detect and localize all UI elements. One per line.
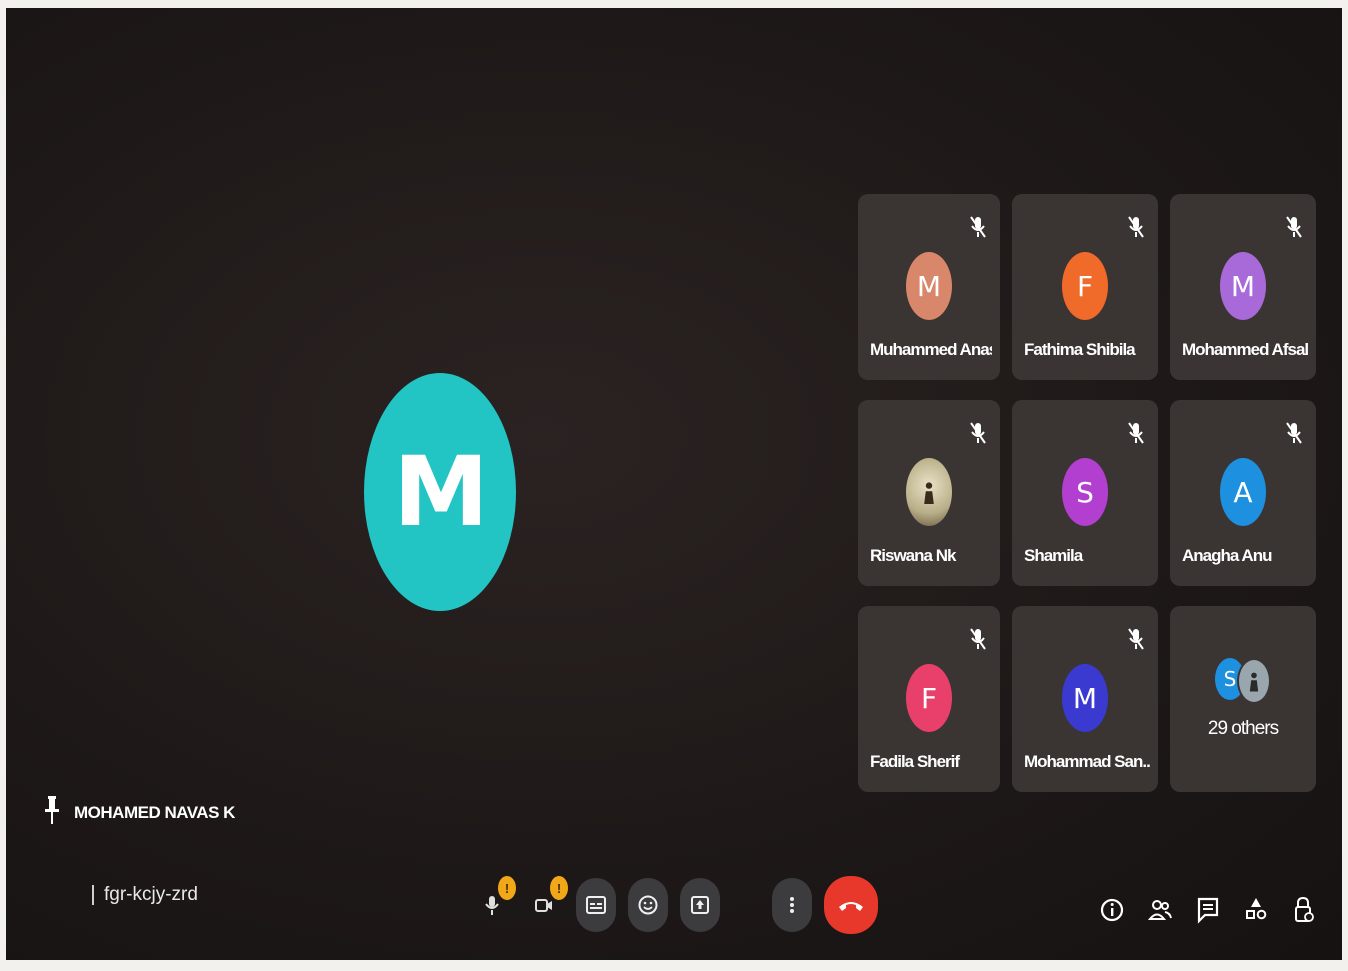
participant-photo-avatar [906,458,952,526]
participant-grid: M Muhammed Anas F Fathima Shibila M Moha… [858,194,1316,792]
pinned-participant-label: MOHAMED NAVAS K [44,796,235,829]
mic-off-icon [1128,422,1144,444]
more-options-button[interactable] [772,878,812,932]
side-panel-buttons [1098,892,1318,928]
captions-button[interactable] [576,878,616,932]
end-call-button[interactable] [824,876,878,934]
participant-avatar: F [1062,252,1108,320]
others-count-label: 29 others [1207,718,1279,739]
mic-off-icon [970,422,986,444]
participant-avatar: S [1062,458,1108,526]
participant-name: Muhammed Anas [870,340,992,359]
microphone-button[interactable]: ! [472,876,516,932]
participant-name: Mohammad San... [1024,752,1150,771]
mic-off-icon [970,216,986,238]
participant-tile[interactable]: F Fathima Shibila [1012,194,1158,380]
person-silhouette-icon [924,482,934,504]
participant-tile[interactable]: A Anagha Anu [1170,400,1316,586]
mic-off-icon [1128,216,1144,238]
mic-off-icon [1128,628,1144,650]
others-avatar-stack: S [1215,658,1271,704]
participant-avatar: M [1220,252,1266,320]
meeting-code: fgr-kcjy-zrd [92,884,198,906]
others-tile[interactable]: S 29 others [1170,606,1316,792]
activities-icon [1246,898,1267,920]
participant-name: Mohammed Afsal [1182,340,1308,359]
phone-hangup-icon [839,902,863,911]
presenter-avatar: M [364,373,516,611]
captions-icon [586,896,606,914]
mic-off-icon [1286,422,1302,444]
emoji-button[interactable] [628,878,668,932]
participant-name: Anagha Anu [1182,546,1272,565]
presenter-initial: M [393,436,489,548]
chat-button[interactable] [1194,892,1222,928]
info-button[interactable] [1098,892,1126,928]
participant-avatar: F [906,664,952,732]
mic-off-icon [1286,216,1302,238]
pinned-name: MOHAMED NAVAS K [74,802,235,822]
participant-name: Riswana Nk [870,546,956,565]
emoji-icon [638,895,658,915]
info-icon [1100,898,1124,922]
mic-icon [485,896,499,915]
participant-tile[interactable]: S Shamila [1012,400,1158,586]
participant-tile[interactable]: M Mohammed Afsal [1170,194,1316,380]
mic-off-icon [970,628,986,650]
present-button[interactable] [680,878,720,932]
warning-badge: ! [498,876,516,900]
present-icon [691,896,709,914]
participant-avatar: M [1062,664,1108,732]
participant-tile[interactable]: M Muhammed Anas [858,194,1000,380]
people-icon [1147,900,1172,920]
divider [92,885,94,905]
participant-avatar: A [1220,458,1266,526]
participant-avatar: M [906,252,952,320]
call-controls: ! ! [472,876,878,934]
host-controls-icon [1295,896,1314,922]
chat-icon [1197,897,1219,924]
participant-tile[interactable]: M Mohammad San... [1012,606,1158,792]
activities-button[interactable] [1242,892,1270,928]
participant-tile[interactable]: F Fadila Sherif [858,606,1000,792]
pin-icon[interactable] [44,796,60,829]
person-silhouette-icon [1249,672,1259,692]
camera-button[interactable]: ! [524,876,568,932]
participant-name: Shamila [1024,546,1083,565]
people-button[interactable] [1146,892,1174,928]
warning-badge: ! [550,876,568,900]
meeting-screen: M MOHAMED NAVAS K fgr-kcjy-zrd M Muhamme… [6,8,1342,960]
camera-icon [535,899,552,912]
others-photo-avatar [1237,658,1271,704]
participant-name: Fadila Sherif [870,752,960,771]
host-controls-button[interactable] [1290,892,1318,928]
participant-name: Fathima Shibila [1024,340,1136,359]
more-options-icon [790,897,794,913]
meeting-code-text: fgr-kcjy-zrd [104,884,198,905]
participant-tile[interactable]: Riswana Nk [858,400,1000,586]
